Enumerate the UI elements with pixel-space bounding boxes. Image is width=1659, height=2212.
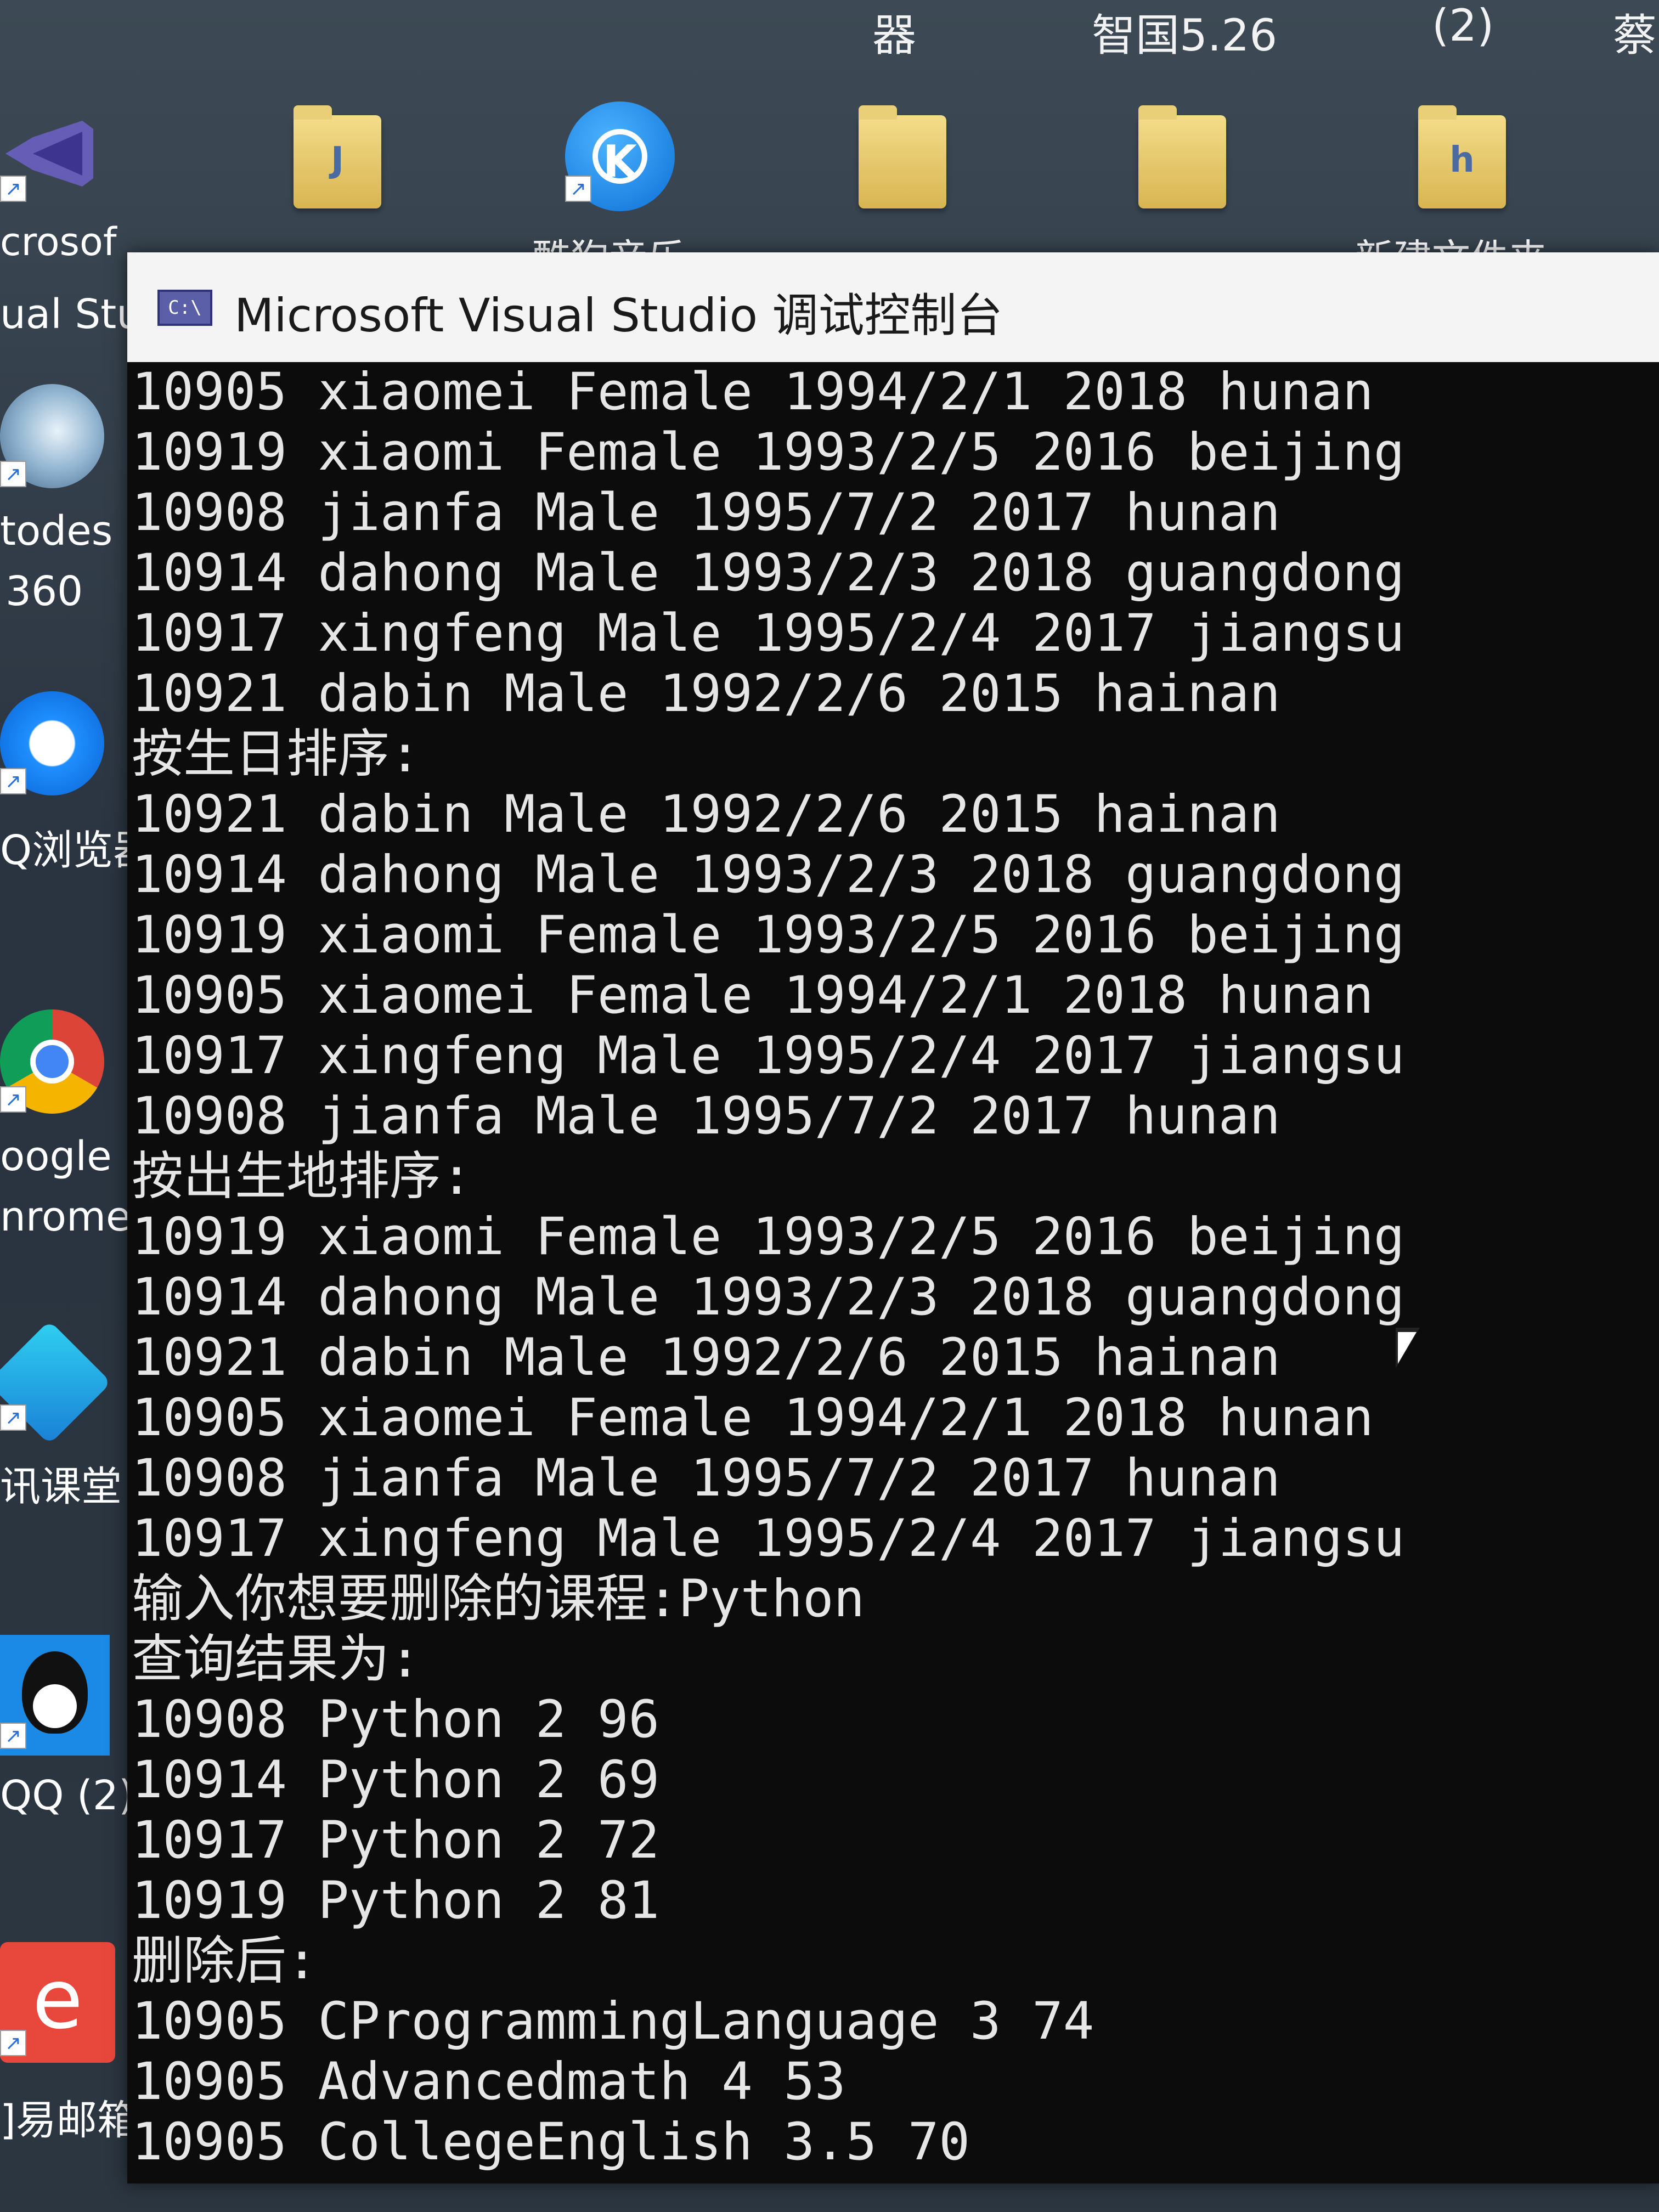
- desktop-top-labels: 器 智国5.26 (2) 蔡: [0, 0, 1659, 61]
- console-line: 按生日排序:: [132, 724, 421, 784]
- desktop-icon-label: oogle: [0, 1133, 112, 1180]
- window-title: Microsoft Visual Studio 调试控制台: [234, 289, 1003, 342]
- console-line: 10917 xingfeng Male 1995/2/4 2017 jiangs…: [132, 1026, 1405, 1086]
- console-line: 10921 dabin Male 1992/2/6 2015 hainan: [132, 664, 1280, 724]
- top-label-4: 蔡: [1613, 10, 1657, 61]
- console-line: 10908 jianfa Male 1995/7/2 2017 hunan: [132, 1448, 1280, 1508]
- desktop-icon-new-folder[interactable]: h: [1399, 93, 1525, 219]
- console-line: 10908 Python 2 96: [132, 1690, 660, 1750]
- console-app-icon: C:\: [157, 290, 212, 326]
- shortcut-arrow-icon: ↗: [0, 1723, 26, 1749]
- desktop-icon-label: nrome: [0, 1193, 131, 1240]
- desktop-icon-music-folder[interactable]: J: [274, 93, 400, 219]
- console-line: 10914 Python 2 69: [132, 1750, 660, 1810]
- top-label-1: 器: [872, 10, 916, 61]
- console-line: 10919 xiaomi Female 1993/2/5 2016 beijin…: [132, 1207, 1405, 1267]
- console-line: 10905 xiaomei Female 1994/2/1 2018 hunan: [132, 966, 1374, 1025]
- console-line: 10917 xingfeng Male 1995/2/4 2017 jiangs…: [132, 1509, 1405, 1568]
- top-label-3: (2): [1432, 0, 1494, 51]
- console-line: 查询结果为:: [132, 1629, 421, 1689]
- console-line: 按出生地排序:: [132, 1147, 472, 1206]
- desktop-icon-label: 讯课堂: [0, 1463, 122, 1510]
- folder-icon: h: [1418, 105, 1506, 208]
- console-line: 10919 xiaomi Female 1993/2/5 2016 beijin…: [132, 422, 1405, 482]
- top-label-2: 智国5.26: [1092, 10, 1278, 61]
- console-line: 10905 Advancedmath 4 53: [132, 2052, 846, 2112]
- debug-console-window[interactable]: C:\ Microsoft Visual Studio 调试控制台 10905 …: [127, 252, 1659, 2183]
- console-line: 10917 Python 2 72: [132, 1810, 660, 1870]
- mouse-cursor-icon: [1398, 1332, 1417, 1364]
- console-line: 删除后:: [132, 1931, 318, 1991]
- desktop-icon-row: ↗ J K ↗ h crosof 酷狗音乐 新建文件夹: [0, 93, 1659, 281]
- console-line: 10908 jianfa Male 1995/7/2 2017 hunan: [132, 1086, 1280, 1146]
- folder-icon: [1138, 105, 1226, 208]
- desktop-icon-label: QQ (2): [0, 1772, 134, 1819]
- window-titlebar[interactable]: C:\ Microsoft Visual Studio 调试控制台: [127, 252, 1659, 362]
- console-line: 10917 xingfeng Male 1995/2/4 2017 jiangs…: [132, 603, 1405, 663]
- console-line: 10921 dabin Male 1992/2/6 2015 hainan: [132, 785, 1280, 844]
- desktop-icon-folder-2[interactable]: [1119, 93, 1245, 219]
- desktop-icon-label: ual Stu: [0, 291, 143, 338]
- console-line: 10905 xiaomei Female 1994/2/1 2018 hunan: [132, 362, 1374, 422]
- console-line: 10919 Python 2 81: [132, 1871, 660, 1931]
- qq-penguin-belly: [33, 1684, 77, 1728]
- console-line: 10914 dahong Male 1993/2/3 2018 guangdon…: [132, 1267, 1405, 1327]
- chrome-center: [30, 1040, 74, 1084]
- shortcut-arrow-icon: ↗: [0, 1086, 26, 1113]
- shortcut-arrow-icon: ↗: [565, 176, 591, 202]
- console-line: 10905 xiaomei Female 1994/2/1 2018 hunan: [132, 1388, 1374, 1448]
- console-line: 输入你想要删除的课程:Python: [132, 1569, 865, 1629]
- desktop-icon-visual-studio[interactable]: ↗: [0, 93, 126, 219]
- desktop-icon-label: todes: [0, 507, 113, 555]
- shortcut-arrow-icon: ↗: [0, 461, 26, 487]
- console-line: 10908 jianfa Male 1995/7/2 2017 hunan: [132, 483, 1280, 543]
- folder-icon: J: [294, 105, 381, 208]
- desktop-left-column: ual Stu ↗ todes 360 ↗ Q浏览器 ↗ oogle nrome…: [0, 241, 154, 2211]
- shortcut-arrow-icon: ↗: [0, 2030, 26, 2056]
- desktop-icon-kugou[interactable]: K ↗: [554, 93, 680, 219]
- shortcut-arrow-icon: ↗: [0, 176, 26, 202]
- console-output[interactable]: 10905 xiaomei Female 1994/2/1 2018 hunan…: [127, 362, 1641, 2183]
- desktop-icon-label: ]易邮箱: [0, 2097, 138, 2144]
- console-line: 10914 dahong Male 1993/2/3 2018 guangdon…: [132, 845, 1405, 905]
- folder-icon: [859, 105, 946, 208]
- shortcut-arrow-icon: ↗: [0, 768, 26, 794]
- console-line: 10914 dahong Male 1993/2/3 2018 guangdon…: [132, 543, 1405, 603]
- console-line: 10905 CollegeEnglish 3.5 70: [132, 2112, 970, 2172]
- desktop-icon-label: 360: [5, 568, 83, 615]
- desktop-icon-folder-1[interactable]: [839, 93, 966, 219]
- console-line: 10919 xiaomi Female 1993/2/5 2016 beijin…: [132, 905, 1405, 965]
- console-line: 10905 CProgrammingLanguage 3 74: [132, 1991, 1094, 2051]
- shortcut-arrow-icon: ↗: [0, 1404, 26, 1431]
